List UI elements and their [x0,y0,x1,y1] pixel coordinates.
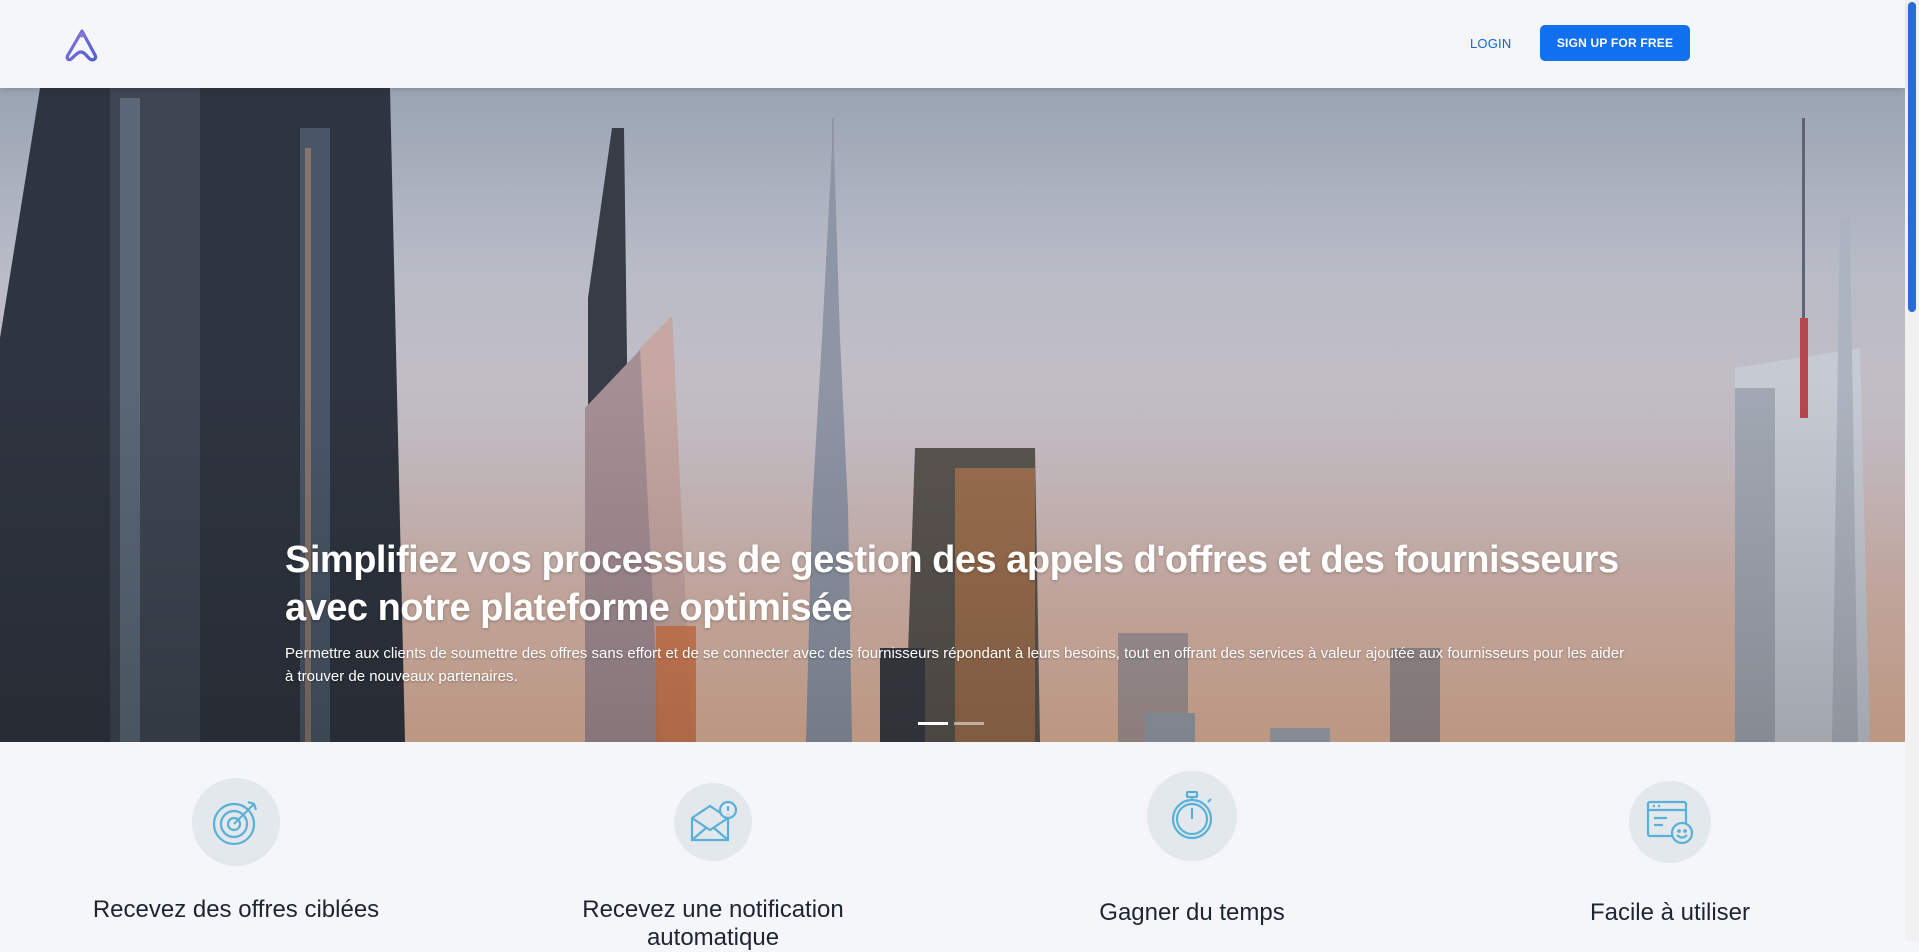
scrollbar-thumb[interactable] [1908,2,1916,312]
hero-carousel: Simplifiez vos processus de gestion des … [0,88,1905,742]
carousel-indicator-1[interactable] [918,722,948,725]
mail-notification-icon [690,800,738,842]
feature-title: Facile à utiliser [1589,899,1751,926]
site-header: LOGIN SIGN UP FOR FREE [0,0,1905,88]
feature-save-time: Gagner du temps [1002,770,1382,927]
hero-description: Permettre aux clients de soumettre des o… [285,645,1625,685]
easy-to-use-icon [1646,800,1694,845]
feature-targeted-offers: Recevez des offres ciblées [46,770,426,924]
page-scrollbar[interactable] [1905,0,1919,941]
feature-title: Gagner du temps [1099,899,1285,926]
feature-easy-to-use: Facile à utiliser [1480,770,1860,927]
stopwatch-icon [1171,790,1213,840]
brand-logo-icon[interactable] [64,28,100,64]
login-link[interactable]: LOGIN [1470,36,1511,51]
feature-title: Recevez des offres ciblées [92,896,380,923]
signup-button[interactable]: SIGN UP FOR FREE [1540,25,1690,61]
feature-title: Recevez une notification automatique [582,896,844,951]
hero-title: Simplifiez vos processus de gestion des … [285,539,1619,629]
carousel-indicator-2[interactable] [954,722,984,725]
carousel-indicators [918,712,990,730]
feature-auto-notification: Recevez une notification automatique [523,770,903,952]
target-icon [212,800,258,846]
